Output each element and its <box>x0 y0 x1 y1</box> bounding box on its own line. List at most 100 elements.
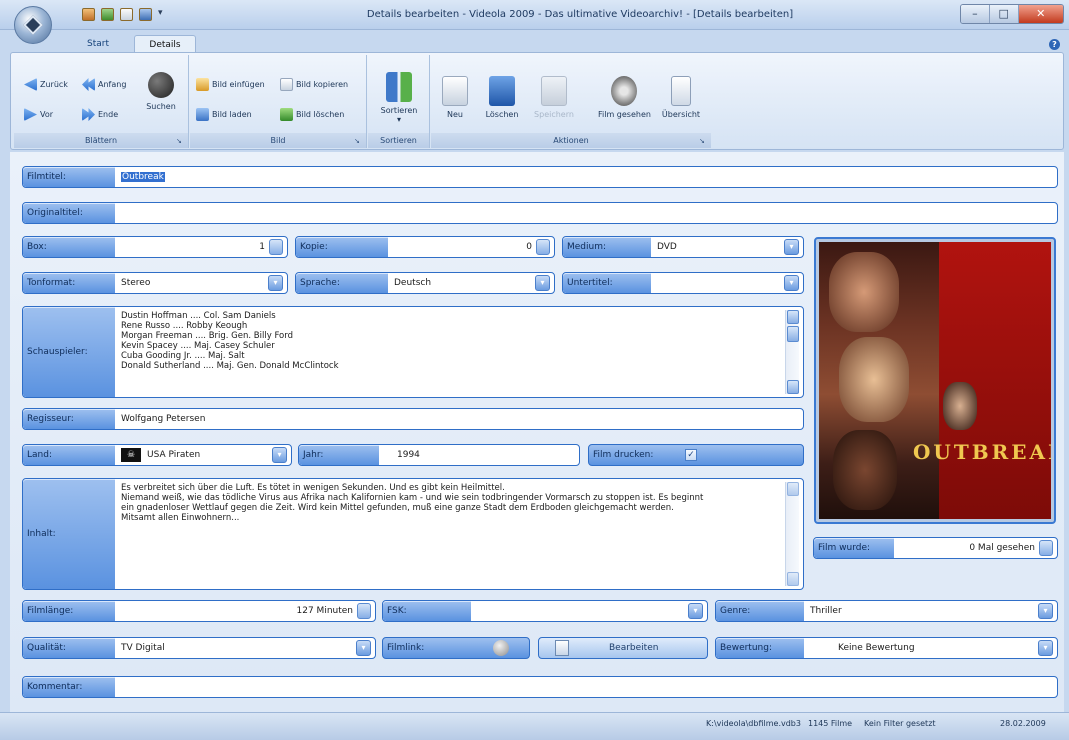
spinner-icon[interactable] <box>269 239 283 255</box>
chevron-down-icon[interactable]: ▾ <box>1038 603 1053 619</box>
filmtitel-value[interactable]: Outbreak <box>121 167 165 187</box>
dialog-launcher-icon[interactable]: ↘ <box>354 138 361 145</box>
close-icon[interactable]: ✕ <box>1018 5 1063 23</box>
bild-kopieren-button[interactable]: Bild kopieren <box>280 78 348 91</box>
app-menu-button[interactable] <box>14 6 52 44</box>
checkbox-checked-icon[interactable]: ✓ <box>685 449 697 461</box>
scrollbar[interactable] <box>785 310 799 394</box>
regisseur-value[interactable]: Wolfgang Petersen <box>121 409 205 429</box>
qualitaet-field[interactable]: Qualität: TV Digital ▾ <box>22 637 376 659</box>
scrollbar[interactable] <box>785 482 799 586</box>
fsk-field[interactable]: FSK: ▾ <box>382 600 708 622</box>
medium-field[interactable]: Medium: DVD ▾ <box>562 236 804 258</box>
neu-button[interactable]: Neu <box>442 76 468 119</box>
genre-field[interactable]: Genre: Thriller ▾ <box>715 600 1058 622</box>
jahr-field[interactable]: Jahr: 1994 <box>298 444 580 466</box>
genre-value[interactable]: Thriller <box>810 601 842 621</box>
film-gesehen-button[interactable]: Film gesehen <box>598 76 651 119</box>
chevron-down-icon[interactable]: ▾ <box>784 275 799 291</box>
quickaccess-save-icon[interactable] <box>101 8 114 21</box>
filmtitel-field[interactable]: Filmtitel: Outbreak <box>22 166 1058 188</box>
cover-image: OUTBREAK <box>819 242 1051 519</box>
scroll-up-icon[interactable] <box>787 482 799 496</box>
scroll-down-icon[interactable] <box>787 380 799 394</box>
chevron-down-icon[interactable]: ▾ <box>784 239 799 255</box>
minimize-icon[interactable]: – <box>961 5 990 23</box>
bearbeiten-button[interactable]: Bearbeiten <box>538 637 708 659</box>
tonformat-field[interactable]: Tonformat: Stereo ▾ <box>22 272 288 294</box>
jahr-value[interactable]: 1994 <box>397 445 420 465</box>
schauspieler-text[interactable]: Dustin Hoffman .... Col. Sam Daniels Ren… <box>121 311 339 371</box>
kopie-value[interactable]: 0 <box>526 237 532 257</box>
kommentar-field[interactable]: Kommentar: <box>22 676 1058 698</box>
dialog-launcher-icon[interactable]: ↘ <box>699 138 706 145</box>
box-field[interactable]: Box: 1 <box>22 236 288 258</box>
tab-details[interactable]: Details <box>134 35 196 53</box>
suchen-button[interactable]: Suchen <box>142 72 180 111</box>
cover-image-frame[interactable]: OUTBREAK <box>814 237 1056 524</box>
group-bild: Bild ↘ <box>190 55 367 148</box>
inhalt-text[interactable]: Es verbreitet sich über die Luft. Es töt… <box>121 483 781 523</box>
box-value[interactable]: 1 <box>259 237 265 257</box>
uebersicht-button[interactable]: Übersicht <box>656 76 706 119</box>
qualitaet-value[interactable]: TV Digital <box>121 638 165 658</box>
tab-start[interactable]: Start <box>68 35 128 53</box>
spinner-icon[interactable] <box>357 603 371 619</box>
quickaccess-pin-icon[interactable] <box>82 8 95 21</box>
tonformat-value[interactable]: Stereo <box>121 273 150 293</box>
poster-face <box>943 382 977 430</box>
film-drucken-field[interactable]: Film drucken: ✓ <box>588 444 804 466</box>
anfang-button[interactable]: Anfang <box>82 78 126 91</box>
poster-title: OUTBREAK <box>913 440 1051 464</box>
field-label: Filmlink: <box>387 643 425 653</box>
originaltitel-field[interactable]: Originaltitel: <box>22 202 1058 224</box>
link-icon[interactable] <box>493 640 509 656</box>
bild-laden-button[interactable]: Bild laden <box>196 108 252 121</box>
sortieren-button[interactable]: Sortieren ▾ <box>375 72 423 124</box>
chevron-down-icon[interactable]: ▾ <box>688 603 703 619</box>
sprache-field[interactable]: Sprache: Deutsch ▾ <box>295 272 555 294</box>
filmlaenge-field[interactable]: Filmlänge: 127 Minuten <box>22 600 376 622</box>
bewertung-value[interactable]: Keine Bewertung <box>838 638 915 658</box>
filmlaenge-value[interactable]: 127 Minuten <box>297 601 353 621</box>
kopie-field[interactable]: Kopie: 0 <box>295 236 555 258</box>
sprache-value[interactable]: Deutsch <box>394 273 431 293</box>
ende-button[interactable]: Ende <box>82 108 118 121</box>
quickaccess-undo-icon[interactable] <box>139 8 152 21</box>
inhalt-field[interactable]: Inhalt: Es verbreitet sich über die Luft… <box>22 478 804 590</box>
loeschen-button[interactable]: Löschen <box>480 76 524 119</box>
film-wurde-value: 0 Mal gesehen <box>969 543 1035 553</box>
chevron-down-icon[interactable]: ▾ <box>535 275 550 291</box>
bewertung-field[interactable]: Bewertung: Keine Bewertung ▾ <box>715 637 1058 659</box>
speichern-button[interactable]: Speichern <box>530 76 578 119</box>
chevron-down-icon[interactable]: ▾ <box>356 640 371 656</box>
scroll-down-icon[interactable] <box>787 572 799 586</box>
quickaccess-document-icon[interactable] <box>120 8 133 21</box>
land-field[interactable]: Land: ☠ USA Piraten ▾ <box>22 444 292 466</box>
spinner-icon[interactable] <box>536 239 550 255</box>
film-wurde-field[interactable]: Film wurde: 0 Mal gesehen <box>813 537 1058 559</box>
scroll-thumb[interactable] <box>787 326 799 342</box>
chevron-down-icon[interactable]: ▾ <box>1038 640 1053 656</box>
medium-value[interactable]: DVD <box>657 237 677 257</box>
chevron-down-icon[interactable]: ▾ <box>272 447 287 463</box>
bild-einfuegen-button[interactable]: Bild einfügen <box>196 78 265 91</box>
help-icon[interactable]: ? <box>1049 39 1060 50</box>
untertitel-field[interactable]: Untertitel: ▾ <box>562 272 804 294</box>
app-logo-icon <box>23 15 43 35</box>
vor-button[interactable]: Vor <box>24 108 53 121</box>
land-value[interactable]: USA Piraten <box>147 445 200 465</box>
dialog-launcher-icon[interactable]: ↘ <box>176 138 183 145</box>
filmlink-field[interactable]: Filmlink: <box>382 637 530 659</box>
chevron-down-icon[interactable]: ▾ <box>268 275 283 291</box>
schauspieler-field[interactable]: Schauspieler: Dustin Hoffman .... Col. S… <box>22 306 804 398</box>
maximize-icon[interactable]: □ <box>989 5 1019 23</box>
zurueck-button[interactable]: Zurück <box>24 78 68 91</box>
bild-loeschen-button[interactable]: Bild löschen <box>280 108 344 121</box>
regisseur-field[interactable]: Regisseur: Wolfgang Petersen <box>22 408 804 430</box>
group-label: Aktionen <box>431 133 711 148</box>
quickaccess-customize-icon[interactable]: ▾ <box>158 8 163 18</box>
scroll-up-icon[interactable] <box>787 310 799 324</box>
spinner-icon[interactable] <box>1039 540 1053 556</box>
group-label: Blättern <box>14 133 188 148</box>
